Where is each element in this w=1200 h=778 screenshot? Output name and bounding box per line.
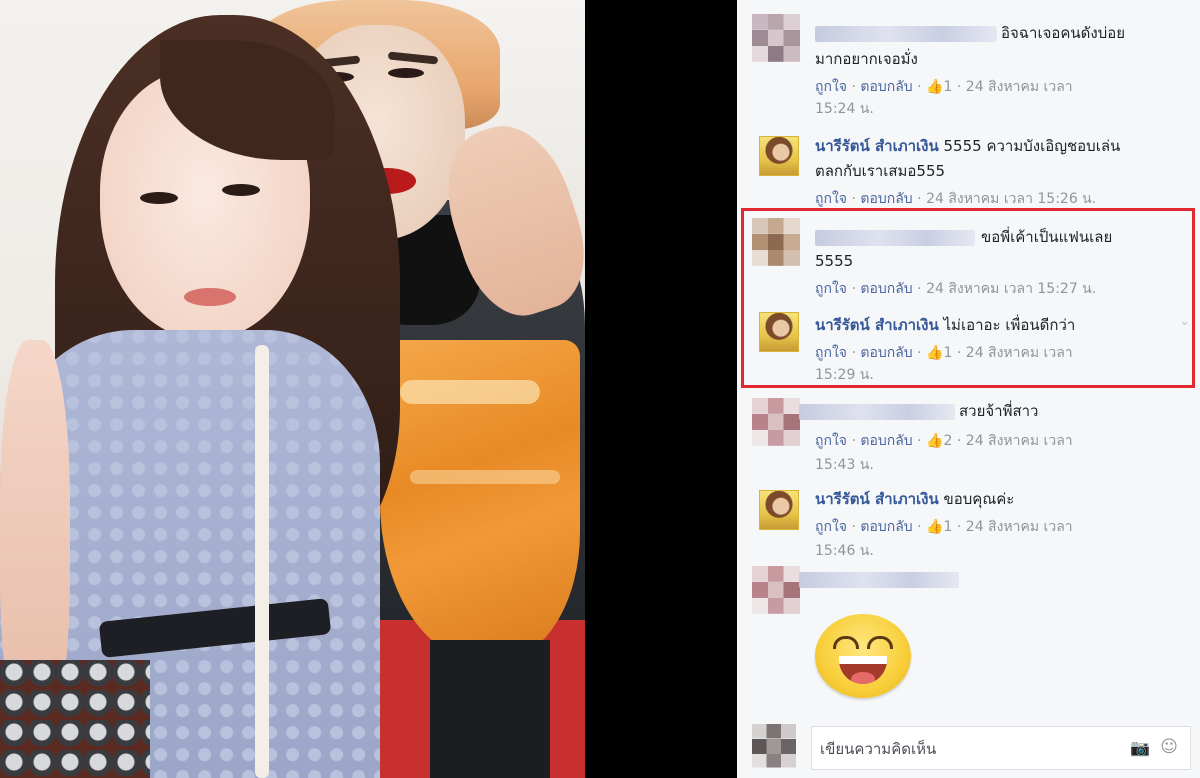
photo-man-legs (430, 640, 550, 778)
timestamp[interactable]: 24 สิงหาคม เวลา (966, 519, 1073, 535)
sticker-mouth (839, 656, 887, 684)
avatar[interactable] (752, 566, 800, 614)
comment-composer: เขียนความคิดเห็น 📷 ☺ (737, 718, 1200, 778)
timestamp[interactable]: 24 สิงหาคม เวลา 15:26 น. (926, 191, 1096, 207)
reply-link[interactable]: ตอบกลับ (860, 79, 912, 95)
sticker-eye (833, 636, 859, 649)
like-link[interactable]: ถูกใจ (815, 191, 847, 207)
laughing-sticker-icon[interactable] (815, 614, 911, 698)
reply-link[interactable]: ตอบกลับ (860, 191, 912, 207)
comment-body: 5555 ความบังเอิญชอบเล่น (943, 137, 1121, 155)
avatar[interactable] (752, 398, 800, 446)
comment-text: มากอยากเจอมั่ง (815, 50, 918, 68)
photo-bottles (0, 660, 150, 778)
like-link[interactable]: ถูกใจ (815, 519, 847, 535)
blurred-name[interactable] (815, 26, 997, 42)
comment-input[interactable]: เขียนความคิดเห็น 📷 ☺ (811, 726, 1191, 770)
photo-man-eye (388, 68, 424, 78)
commenter-name[interactable]: นารีรัตน์ สำเภาเงิน (815, 490, 939, 508)
post-photo[interactable] (0, 0, 585, 778)
comment-text: นารีรัตน์ สำเภาเงิน 5555 ความบังเอิญชอบเ… (815, 135, 1120, 157)
avatar[interactable] (759, 136, 799, 176)
commenter-name[interactable]: นารีรัตน์ สำเภาเงิน (815, 137, 939, 155)
avatar[interactable] (752, 724, 796, 768)
comment-text: นารีรัตน์ สำเภาเงิน ขอบคุณค่ะ (815, 488, 1014, 510)
comment-meta: ถูกใจ · ตอบกลับ · 👍1 · 24 สิงหาคม เวลา (815, 79, 1073, 95)
timestamp[interactable]: 24 สิงหาคม เวลา (966, 433, 1073, 449)
like-count[interactable]: 2 (944, 433, 953, 449)
comment-input-placeholder: เขียนความคิดเห็น (820, 740, 937, 758)
timestamp[interactable]: 15:46 น. (815, 540, 874, 562)
photo-bag-highlight (410, 470, 560, 484)
reply-link[interactable]: ตอบกลับ (860, 433, 912, 449)
like-link[interactable]: ถูกใจ (815, 433, 847, 449)
photo-bag-highlight (400, 380, 540, 404)
timestamp[interactable]: 15:24 น. (815, 98, 874, 120)
comment-meta: ถูกใจ · ตอบกลับ · 👍1 · 24 สิงหาคม เวลา (815, 519, 1073, 535)
blurred-name[interactable] (799, 572, 959, 588)
blurred-name[interactable] (799, 404, 955, 420)
thumbs-up-icon: 👍 (926, 519, 944, 535)
photo-woman-bag-strap (255, 345, 269, 778)
comment-meta: ถูกใจ · ตอบกลับ · 24 สิงหาคม เวลา 15:26 … (815, 191, 1097, 207)
sticker-eye (867, 636, 893, 649)
comments-panel: อิจฉาเจอคนดังบ่อย มากอยากเจอมั่ง ถูกใจ ·… (737, 0, 1200, 778)
comment-meta: ถูกใจ · ตอบกลับ · 👍2 · 24 สิงหาคม เวลา (815, 433, 1073, 449)
thumbs-up-icon: 👍 (926, 433, 944, 449)
thumbs-up-icon: 👍 (926, 79, 944, 95)
timestamp[interactable]: 24 สิงหาคม เวลา (966, 79, 1073, 95)
comment-body: ขอบคุณค่ะ (943, 490, 1015, 508)
like-link[interactable]: ถูกใจ (815, 79, 847, 95)
photo-woman-lips (184, 288, 236, 306)
comment-text: สวยจ้าพี่สาว (959, 402, 1039, 420)
comment-text: อิจฉาเจอคนดังบ่อย (1001, 24, 1126, 42)
camera-icon[interactable]: 📷 (1130, 738, 1150, 757)
timestamp[interactable]: 15:43 น. (815, 454, 874, 476)
photo-woman-eye (140, 192, 178, 204)
reply-link[interactable]: ตอบกลับ (860, 519, 912, 535)
highlight-box (741, 208, 1195, 388)
emoji-icon[interactable]: ☺ (1160, 737, 1178, 757)
avatar[interactable] (759, 490, 799, 530)
comment-text: ตลกกับเราเสมอ555 (815, 162, 946, 180)
photo-woman-eye (222, 184, 260, 196)
like-count[interactable]: 1 (944, 79, 953, 95)
like-count[interactable]: 1 (944, 519, 953, 535)
avatar[interactable] (752, 14, 800, 62)
